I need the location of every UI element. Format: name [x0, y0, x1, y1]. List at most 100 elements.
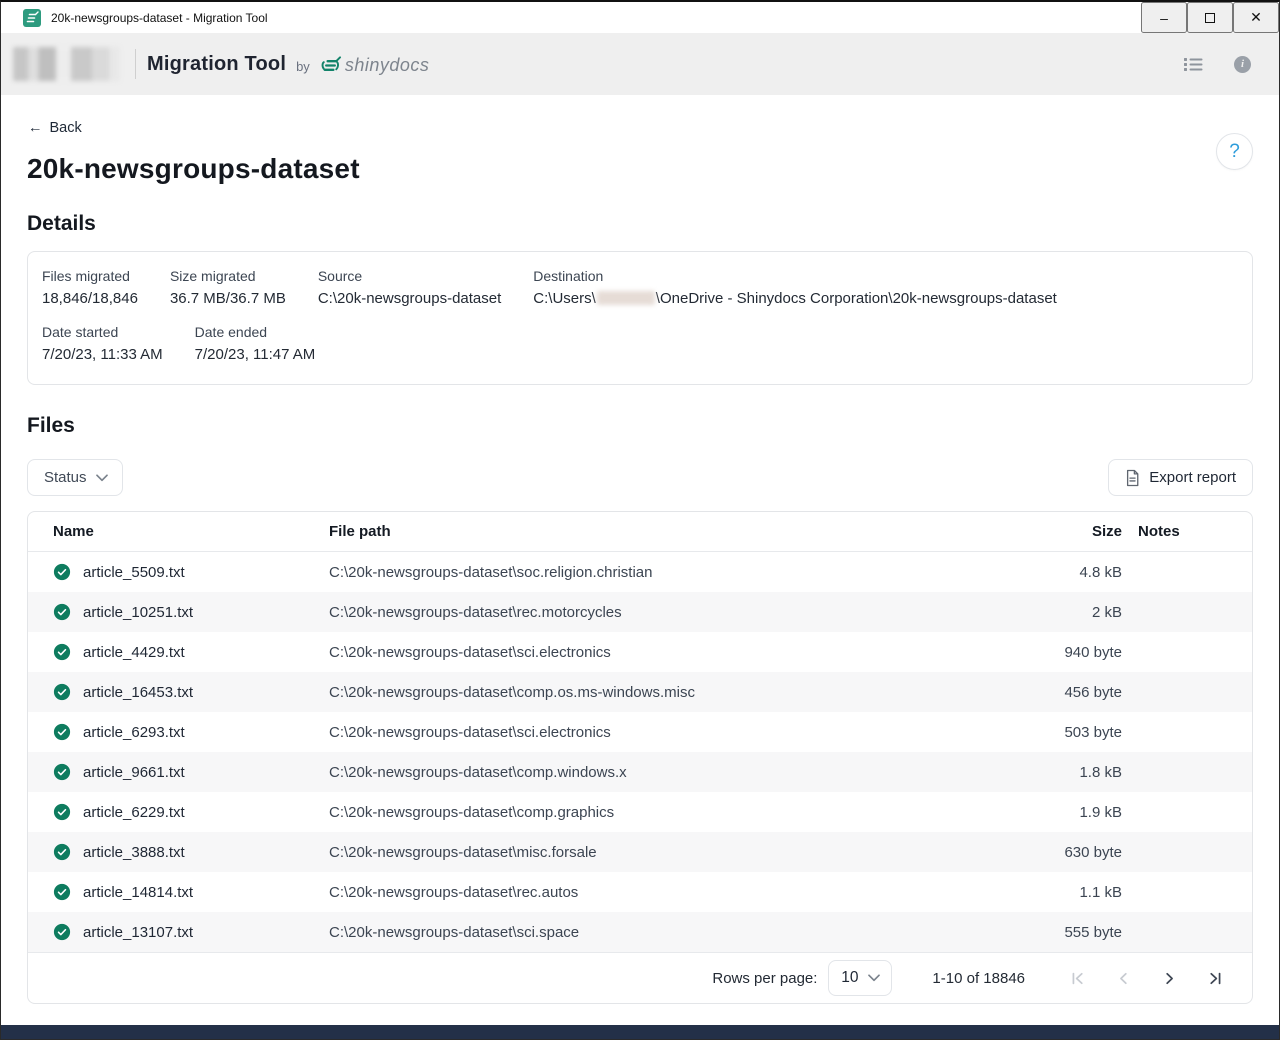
next-page-button[interactable]	[1159, 968, 1180, 989]
file-size: 630 byte	[1002, 844, 1122, 861]
column-header-path: File path	[329, 523, 1002, 540]
first-page-button[interactable]	[1067, 968, 1088, 989]
field-date-ended: Date ended 7/20/23, 11:47 AM	[195, 323, 316, 366]
rows-per-page-label: Rows per page:	[712, 970, 817, 987]
destination-prefix: C:\Users\	[533, 290, 596, 307]
field-value: 7/20/23, 11:33 AM	[42, 344, 163, 366]
name-cell: article_5509.txt	[53, 563, 329, 581]
status-filter-label: Status	[44, 469, 87, 486]
log-list-button[interactable]	[1182, 55, 1204, 73]
table-row[interactable]: article_10251.txt C:\20k-newsgroups-data…	[28, 592, 1252, 632]
table-row[interactable]: article_6229.txt C:\20k-newsgroups-datas…	[28, 792, 1252, 832]
file-name: article_6229.txt	[83, 804, 185, 821]
page-title: 20k-newsgroups-dataset	[27, 153, 1253, 185]
file-path: C:\20k-newsgroups-dataset\rec.motorcycle…	[329, 604, 1002, 621]
files-heading: Files	[27, 414, 1253, 438]
table-row[interactable]: article_3888.txt C:\20k-newsgroups-datas…	[28, 832, 1252, 872]
file-name: article_9661.txt	[83, 764, 185, 781]
field-value: 7/20/23, 11:47 AM	[195, 344, 316, 366]
name-cell: article_13107.txt	[53, 923, 329, 941]
column-header-notes: Notes	[1122, 523, 1252, 540]
help-button[interactable]: ?	[1216, 133, 1253, 170]
chevron-down-icon	[868, 974, 880, 982]
field-value: 18,846/18,846	[42, 288, 138, 310]
details-heading: Details	[27, 212, 1253, 236]
field-destination: Destination C:\Users\\OneDrive - Shinydo…	[533, 267, 1057, 310]
success-check-icon	[53, 643, 71, 661]
column-header-size: Size	[1002, 523, 1122, 540]
table-row[interactable]: article_16453.txt C:\20k-newsgroups-data…	[28, 672, 1252, 712]
app-header: Migration Tool by shinydocs	[1, 33, 1279, 95]
file-size: 456 byte	[1002, 684, 1122, 701]
field-label: Destination	[533, 267, 1057, 285]
file-name: article_16453.txt	[83, 684, 193, 701]
file-path: C:\20k-newsgroups-dataset\soc.religion.c…	[329, 564, 1002, 581]
field-label: Date started	[42, 323, 163, 341]
file-path: C:\20k-newsgroups-dataset\misc.forsale	[329, 844, 1002, 861]
file-name: article_3888.txt	[83, 844, 185, 861]
table-row[interactable]: article_5509.txt C:\20k-newsgroups-datas…	[28, 552, 1252, 592]
window-title: 20k-newsgroups-dataset - Migration Tool	[51, 11, 268, 25]
field-label: Date ended	[195, 323, 316, 341]
details-card: Files migrated 18,846/18,846 Size migrat…	[27, 251, 1253, 385]
table-row[interactable]: article_14814.txt C:\20k-newsgroups-data…	[28, 872, 1252, 912]
close-icon: ✕	[1250, 9, 1262, 26]
header-divider	[135, 49, 136, 79]
name-cell: article_16453.txt	[53, 683, 329, 701]
field-size-migrated: Size migrated 36.7 MB/36.7 MB	[170, 267, 286, 310]
name-cell: article_10251.txt	[53, 603, 329, 621]
status-filter-dropdown[interactable]: Status	[27, 459, 123, 496]
export-report-button[interactable]: Export report	[1108, 459, 1253, 496]
field-source: Source C:\20k-newsgroups-dataset	[318, 267, 501, 310]
file-name: article_10251.txt	[83, 604, 193, 621]
info-button[interactable]: i	[1234, 56, 1251, 73]
file-name: article_5509.txt	[83, 564, 185, 581]
success-check-icon	[53, 763, 71, 781]
header-actions: i	[1182, 55, 1251, 73]
pagination-bar: Rows per page: 10 1-10 of 18846	[28, 952, 1252, 1003]
details-row-1: Files migrated 18,846/18,846 Size migrat…	[42, 267, 1236, 310]
rows-per-page-select[interactable]: 10	[828, 960, 892, 996]
field-value: C:\Users\\OneDrive - Shinydocs Corporati…	[533, 288, 1057, 310]
file-size: 2 kB	[1002, 604, 1122, 621]
title-bar: 20k-newsgroups-dataset - Migration Tool …	[1, 2, 1279, 33]
bottom-bar	[1, 1025, 1279, 1039]
field-date-started: Date started 7/20/23, 11:33 AM	[42, 323, 163, 366]
table-row[interactable]: article_4429.txt C:\20k-newsgroups-datas…	[28, 632, 1252, 672]
minimize-button[interactable]: –	[1141, 2, 1187, 33]
shinydocs-app-icon	[23, 9, 41, 27]
file-name: article_13107.txt	[83, 924, 193, 941]
table-row[interactable]: article_6293.txt C:\20k-newsgroups-datas…	[28, 712, 1252, 752]
file-name: article_4429.txt	[83, 644, 185, 661]
back-label: Back	[50, 120, 82, 136]
success-check-icon	[53, 683, 71, 701]
redacted-username	[597, 291, 655, 305]
previous-page-button[interactable]	[1113, 968, 1134, 989]
by-label: by	[296, 59, 310, 74]
back-link[interactable]: ← Back	[27, 120, 82, 136]
last-page-button[interactable]	[1205, 968, 1226, 989]
file-name: article_14814.txt	[83, 884, 193, 901]
table-row[interactable]: article_9661.txt C:\20k-newsgroups-datas…	[28, 752, 1252, 792]
field-files-migrated: Files migrated 18,846/18,846	[42, 267, 138, 310]
app-window: 20k-newsgroups-dataset - Migration Tool …	[0, 0, 1280, 1040]
app-title: Migration Tool	[147, 53, 286, 76]
rows-per-page-value: 10	[841, 969, 858, 987]
file-name: article_6293.txt	[83, 724, 185, 741]
table-header-row: Name File path Size Notes	[28, 512, 1252, 552]
file-size: 555 byte	[1002, 924, 1122, 941]
shinydocs-wordmark: shinydocs	[345, 55, 430, 76]
chevron-down-icon	[96, 474, 108, 482]
name-cell: article_4429.txt	[53, 643, 329, 661]
table-row[interactable]: article_13107.txt C:\20k-newsgroups-data…	[28, 912, 1252, 952]
pagination-range: 1-10 of 18846	[932, 970, 1025, 987]
file-size: 1.9 kB	[1002, 804, 1122, 821]
shinydocs-brand: shinydocs	[318, 54, 430, 77]
success-check-icon	[53, 843, 71, 861]
window-controls: – ✕	[1141, 2, 1279, 33]
maximize-button[interactable]	[1187, 2, 1233, 33]
file-path: C:\20k-newsgroups-dataset\sci.electronic…	[329, 644, 1002, 661]
file-path: C:\20k-newsgroups-dataset\comp.graphics	[329, 804, 1002, 821]
close-button[interactable]: ✕	[1233, 2, 1279, 33]
column-header-name: Name	[53, 523, 329, 540]
